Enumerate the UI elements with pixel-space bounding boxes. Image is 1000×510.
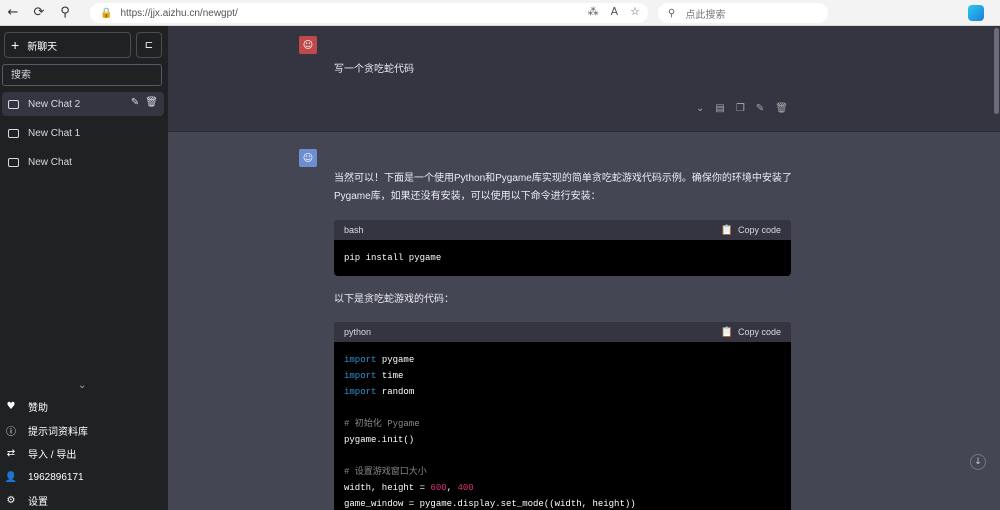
code-number: 600 xyxy=(430,483,447,493)
new-chat-label: 新聊天 xyxy=(27,41,58,53)
browser-search-placeholder: 点此搜索 xyxy=(685,9,726,21)
code-keyword: import xyxy=(344,355,377,365)
code-block-python: python 📋 Copy code import pygame import … xyxy=(334,322,791,510)
prompt-library-item[interactable]: ⓘ 提示词资料库 xyxy=(4,419,164,443)
chevron-down-icon[interactable]: ⌄ xyxy=(78,380,86,391)
translate-icon[interactable]: ⁂ xyxy=(588,5,599,18)
clipboard-icon: 📋 xyxy=(720,326,733,338)
info-icon: ⓘ xyxy=(6,426,16,438)
lock-icon: 🔒 xyxy=(100,7,113,19)
copy-code-button[interactable]: 📋 Copy code xyxy=(721,225,781,236)
plus-icon: + xyxy=(11,37,20,53)
code-keyword: import xyxy=(344,371,377,381)
code-comment: # 初始化 Pygame xyxy=(344,419,420,429)
favorite-star-icon[interactable]: ☆ xyxy=(630,5,640,18)
refresh-icon[interactable]: ⟳ xyxy=(26,0,52,26)
browser-toolbar: ← ⟳ ⚲ 🔒 https://jjx.aizhu.cn/newgpt/ ⁂ A… xyxy=(0,0,1000,26)
code-token: pygame xyxy=(381,355,415,365)
import-export-item[interactable]: ⇄ 导入 / 导出 xyxy=(4,442,164,466)
assistant-avatar-icon: ☺ xyxy=(299,149,317,167)
copy-code-button[interactable]: 📋 Copy code xyxy=(721,327,781,338)
chat-item[interactable]: New Chat 1 xyxy=(2,121,164,145)
chat-item-label: New Chat 1 xyxy=(28,127,81,139)
sidebar-toggle-button[interactable]: ⊏ xyxy=(136,32,162,58)
code-token: pygame.init() xyxy=(344,435,415,445)
url-text: https://jjx.aizhu.cn/newgpt/ xyxy=(120,7,238,19)
code-block-header: bash 📋 Copy code xyxy=(334,220,791,240)
conversation-area: ☺ 写一个贪吃蛇代码 ⌄ ▤ ❐ ✎ 🗑 ☺ 当然可以！下面是一个使用Pytho… xyxy=(168,26,1000,510)
back-icon[interactable]: ← xyxy=(0,0,26,26)
user-avatar-icon: ☺ xyxy=(299,36,317,54)
edit-icon[interactable]: ✎ xyxy=(756,103,764,114)
sponsor-item[interactable]: ♥ 赞助 xyxy=(4,395,164,419)
sponsor-label: 赞助 xyxy=(28,403,48,415)
user-message-text: 写一个贪吃蛇代码 xyxy=(334,64,414,75)
address-bar-actions: ⁂ A ☆ xyxy=(588,5,640,18)
message-actions: ⌄ ▤ ❐ ✎ 🗑 xyxy=(696,103,788,114)
trash-icon[interactable]: 🗑 xyxy=(775,103,788,114)
edit-icon[interactable]: ✎ xyxy=(131,97,139,108)
read-aloud-icon[interactable]: A xyxy=(611,5,619,18)
code-token: random xyxy=(381,387,415,397)
folder-add-icon: ⊏ xyxy=(144,39,154,51)
import-export-icon: ⇄ xyxy=(6,448,16,460)
browser-extension-icon[interactable] xyxy=(968,5,984,21)
account-item[interactable]: 👤 1962896171 xyxy=(4,466,164,490)
code-language-label: bash xyxy=(344,225,364,235)
sidebar: + 新聊天 ⊏ New Chat 2 ✎ 🗑 New Chat 1 New Ch… xyxy=(0,26,168,510)
chat-item[interactable]: New Chat xyxy=(2,150,164,174)
copy-icon[interactable]: ❐ xyxy=(736,103,745,114)
heart-icon: ♥ xyxy=(6,401,16,413)
chat-bubble-icon xyxy=(8,99,19,109)
import-export-label: 导入 / 导出 xyxy=(28,450,77,462)
chat-list: New Chat 2 ✎ 🗑 New Chat 1 New Chat xyxy=(2,92,164,179)
scrollbar[interactable] xyxy=(994,28,999,114)
chat-item[interactable]: New Chat 2 ✎ 🗑 xyxy=(2,92,164,116)
code-content: import pygame import time import random … xyxy=(344,355,636,509)
code-line: pip install pygame xyxy=(344,253,442,263)
assistant-middle-text: 以下是贪吃蛇游戏的代码： xyxy=(334,294,454,305)
trash-icon[interactable]: 🗑 xyxy=(145,97,158,108)
address-bar[interactable]: 🔒 https://jjx.aizhu.cn/newgpt/ ⁂ A ☆ xyxy=(90,3,648,23)
settings-label: 设置 xyxy=(28,497,48,509)
settings-item[interactable]: ⚙ 设置 xyxy=(4,489,164,510)
sidebar-bottom-menu: ♥ 赞助 ⓘ 提示词资料库 ⇄ 导入 / 导出 👤 1962896171 ⚙ 设… xyxy=(4,395,164,510)
code-token: width, height = xyxy=(344,483,431,493)
gear-icon: ⚙ xyxy=(6,495,16,507)
code-block-header: python 📋 Copy code xyxy=(334,322,791,342)
user-icon: 👤 xyxy=(4,471,18,483)
copy-code-label: Copy code xyxy=(737,225,781,235)
scroll-to-bottom-button[interactable]: ↓ xyxy=(970,454,986,470)
user-message-block: ☺ 写一个贪吃蛇代码 ⌄ ▤ ❐ ✎ 🗑 xyxy=(168,26,1000,132)
code-block-bash: bash 📋 Copy code pip install pygame xyxy=(334,220,791,276)
chat-item-label: New Chat 2 xyxy=(28,98,81,110)
code-keyword: import xyxy=(344,387,377,397)
code-content: pip install pygame xyxy=(334,240,791,276)
search-icon[interactable]: ⚲ xyxy=(52,0,78,26)
copy-code-label: Copy code xyxy=(737,327,781,337)
account-label: 1962896171 xyxy=(28,471,84,483)
chat-item-label: New Chat xyxy=(28,156,72,168)
chevron-down-icon[interactable]: ⌄ xyxy=(696,103,704,114)
browser-search-box[interactable]: ⚲ 点此搜索 xyxy=(658,3,828,23)
code-number: 400 xyxy=(457,483,474,493)
code-comment: # 设置游戏窗口大小 xyxy=(344,467,427,477)
new-chat-button[interactable]: + 新聊天 xyxy=(4,32,131,58)
clipboard-icon: 📋 xyxy=(720,224,733,236)
code-token: game_window = pygame.display.set_mode((w… xyxy=(344,499,636,509)
chat-item-actions: ✎ 🗑 xyxy=(131,97,158,108)
chat-bubble-icon xyxy=(8,128,19,138)
code-language-label: python xyxy=(344,327,372,337)
search-icon: ⚲ xyxy=(668,7,676,19)
document-icon[interactable]: ▤ xyxy=(715,103,724,114)
prompt-library-label: 提示词资料库 xyxy=(28,426,88,438)
chat-bubble-icon xyxy=(8,157,19,167)
assistant-intro-text: 当然可以！下面是一个使用Python和Pygame库实现的简单贪吃蛇游戏代码示例… xyxy=(334,173,792,202)
code-token: time xyxy=(381,371,404,381)
chat-search-input[interactable] xyxy=(2,64,162,86)
